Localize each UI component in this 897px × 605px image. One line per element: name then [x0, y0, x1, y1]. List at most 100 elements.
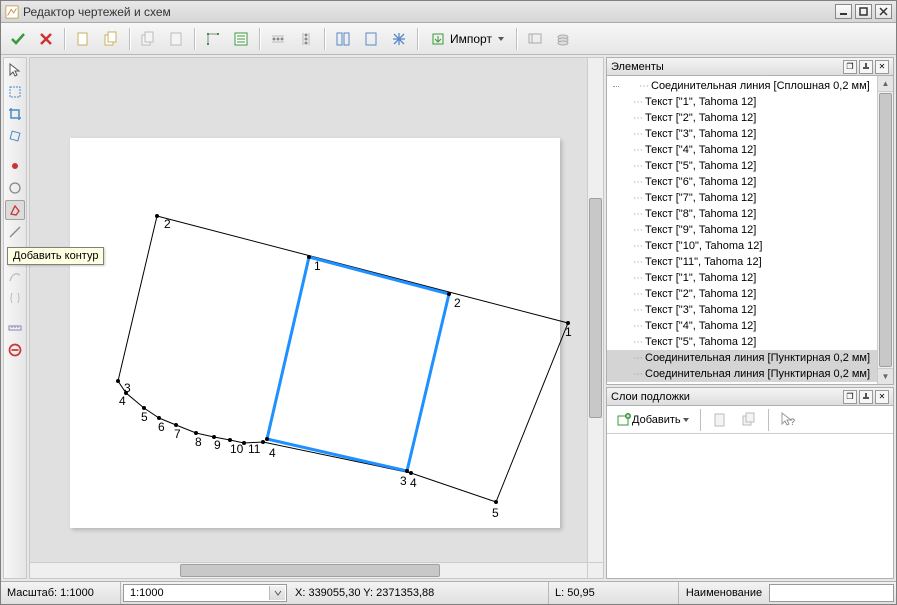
snowflake-button[interactable] — [386, 26, 412, 52]
vertex-label: 8 — [195, 435, 202, 449]
select-rect-tool[interactable] — [5, 82, 25, 102]
tree-item[interactable]: ⋯Текст ["9", Tahoma 12] — [607, 222, 893, 238]
tree-item[interactable]: ⋯Текст ["3", Tahoma 12] — [607, 126, 893, 142]
vertex-label: 2 — [454, 296, 461, 310]
tree-item[interactable]: ⋯Соединительная линия [Пунктирная 0,2 мм… — [607, 366, 893, 382]
tree-item-label: Текст ["11", Tahoma 12] — [645, 256, 762, 268]
page-button[interactable] — [358, 26, 384, 52]
tree-item[interactable]: ⋯Текст ["2", Tahoma 12] — [607, 110, 893, 126]
line-tool[interactable] — [5, 222, 25, 242]
maximize-button[interactable] — [855, 4, 872, 19]
vertex-label: 3 — [400, 474, 407, 488]
tree-item-label: Текст ["7", Tahoma 12] — [645, 192, 756, 204]
tree-item-label: Текст ["6", Tahoma 12] — [645, 176, 756, 188]
panel-pin-button[interactable] — [859, 390, 873, 404]
bracket-tool[interactable] — [5, 288, 25, 308]
panel-detach-button[interactable]: ❐ — [843, 60, 857, 74]
paste-button[interactable] — [163, 26, 189, 52]
scrollbar-thumb[interactable] — [879, 93, 892, 367]
tree-item[interactable]: ⋯Текст ["8", Tahoma 12] — [607, 206, 893, 222]
scale-combobox[interactable]: 1:1000 — [123, 584, 287, 602]
new-button[interactable] — [70, 26, 96, 52]
ruler-tool[interactable] — [5, 318, 25, 338]
tree-item[interactable]: ⋯Соединительная линия [Сплошная 0,2 мм] — [607, 78, 893, 94]
canvas[interactable]: 2121345678910114345 — [30, 58, 603, 578]
spread-v-button[interactable] — [293, 26, 319, 52]
panel-close-button[interactable]: ✕ — [875, 390, 889, 404]
delete-tool[interactable] — [5, 340, 25, 360]
layer-doc-button[interactable] — [707, 409, 733, 431]
list-button[interactable] — [228, 26, 254, 52]
separator-icon — [194, 28, 195, 50]
tree-item[interactable]: ⋯Текст ["3", Tahoma 12] — [607, 302, 893, 318]
pointer-tool[interactable] — [5, 60, 25, 80]
layout-cols-button[interactable] — [330, 26, 356, 52]
duplicate-button[interactable] — [98, 26, 124, 52]
vertex-label: 4 — [410, 476, 417, 490]
tree-item[interactable]: ⋯Соединительная линия [Пунктирная 0,2 мм… — [607, 350, 893, 366]
layer-help-button[interactable]: ? — [775, 409, 801, 431]
scrollbar-thumb[interactable] — [589, 198, 602, 418]
separator-icon — [129, 28, 130, 50]
tree-item[interactable]: ⋯Текст ["2", Tahoma 12] — [607, 286, 893, 302]
scroll-down-icon[interactable]: ▼ — [878, 368, 893, 384]
spread-h-button[interactable] — [265, 26, 291, 52]
panel-pin-button[interactable] — [859, 60, 873, 74]
minimize-button[interactable] — [835, 4, 852, 19]
svg-text:?: ? — [790, 417, 795, 427]
chevron-down-icon — [683, 418, 689, 422]
layers-button[interactable] — [550, 26, 576, 52]
rotate-crop-tool[interactable] — [5, 126, 25, 146]
tree-branch-icon: ⋯ — [633, 193, 643, 204]
tree-branch-icon: ⋯ — [633, 145, 643, 156]
tree-item[interactable]: ⋯Текст ["5", Tahoma 12] — [607, 334, 893, 350]
copy-button[interactable] — [135, 26, 161, 52]
layers-list[interactable] — [607, 434, 893, 578]
scroll-up-icon[interactable]: ▲ — [878, 76, 893, 92]
separator-icon — [700, 409, 701, 431]
panel-close-button[interactable]: ✕ — [875, 60, 889, 74]
transform-button[interactable] — [200, 26, 226, 52]
panel-scrollbar[interactable]: ▲ ▼ — [877, 76, 893, 384]
vertex-label: 2 — [164, 217, 171, 231]
app-icon — [5, 5, 19, 19]
accept-button[interactable] — [5, 26, 31, 52]
elements-tree[interactable]: ⋯Соединительная линия [Сплошная 0,2 мм]⋯… — [607, 76, 893, 384]
tree-item[interactable]: ⋯Текст ["5", Tahoma 12] — [607, 158, 893, 174]
import-button[interactable]: Импорт — [423, 26, 511, 52]
curve-tool[interactable] — [5, 266, 25, 286]
tree-item-label: Текст ["4", Tahoma 12] — [645, 144, 756, 156]
scrollbar-thumb[interactable] — [180, 564, 440, 577]
tree-item[interactable]: ⋯Текст ["4", Tahoma 12] — [607, 142, 893, 158]
tree-item-label: Соединительная линия [Пунктирная 0,2 мм] — [645, 368, 870, 380]
stamp-button[interactable] — [522, 26, 548, 52]
layer-copy-button[interactable] — [736, 409, 762, 431]
tree-item[interactable]: ⋯Текст ["1", Tahoma 12] — [607, 270, 893, 286]
tree-item[interactable]: ⋯Текст ["7", Tahoma 12] — [607, 190, 893, 206]
vertex-label: 6 — [158, 420, 165, 434]
add-layer-button[interactable]: Добавить — [611, 409, 694, 431]
tree-branch-icon: ⋯ — [633, 177, 643, 188]
canvas-scrollbar-vertical[interactable] — [587, 58, 603, 562]
tree-branch-icon: ⋯ — [633, 225, 643, 236]
crop-tool[interactable] — [5, 104, 25, 124]
panel-detach-button[interactable]: ❐ — [843, 390, 857, 404]
tree-item[interactable]: ⋯Текст ["6", Tahoma 12] — [607, 174, 893, 190]
tree-item[interactable]: ⋯Текст ["10", Tahoma 12] — [607, 238, 893, 254]
close-button[interactable] — [875, 4, 892, 19]
cancel-button[interactable] — [33, 26, 59, 52]
polygon-tool[interactable] — [5, 200, 25, 220]
tree-item[interactable]: ⋯Текст ["4", Tahoma 12] — [607, 318, 893, 334]
circle-tool[interactable] — [5, 178, 25, 198]
chevron-down-icon — [498, 37, 504, 41]
tree-item[interactable]: ⋯Текст ["11", Tahoma 12] — [607, 254, 893, 270]
window-title: Редактор чертежей и схем — [23, 5, 835, 19]
canvas-scrollbar-horizontal[interactable] — [30, 562, 587, 578]
tree-branch-icon: ⋯ — [633, 369, 643, 380]
elements-panel-title: Элементы — [611, 61, 841, 73]
status-name-input[interactable] — [769, 584, 894, 602]
tree-item[interactable]: ⋯Текст ["1", Tahoma 12] — [607, 94, 893, 110]
point-tool[interactable] — [5, 156, 25, 176]
separator-icon — [417, 28, 418, 50]
chevron-down-icon[interactable] — [269, 586, 285, 600]
